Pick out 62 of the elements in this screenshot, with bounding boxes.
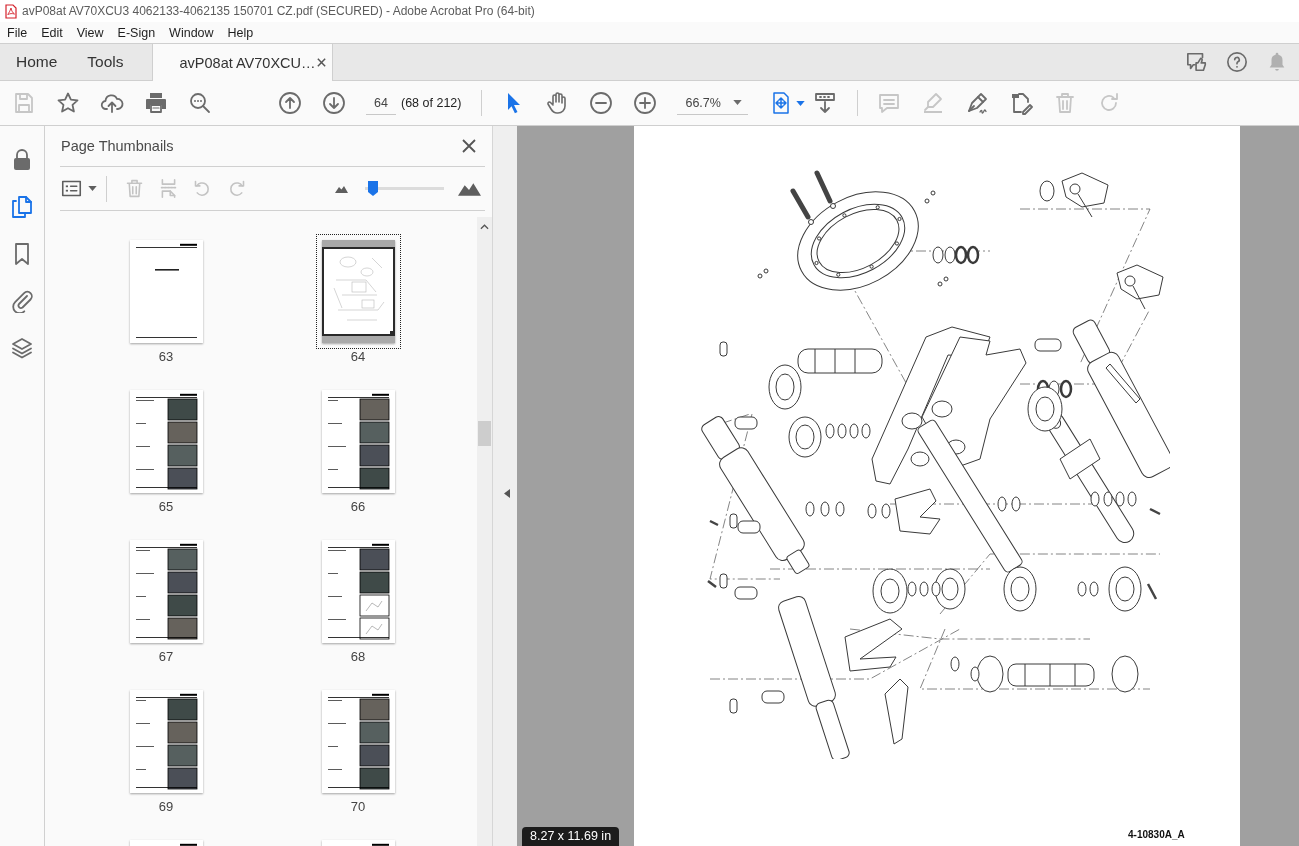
scroll-mode-icon[interactable] <box>813 91 838 115</box>
page-number-label: 70 <box>350 800 366 814</box>
page-number-label: 69 <box>158 800 174 814</box>
star-icon[interactable] <box>56 91 80 115</box>
window-title: avP08at AV70XCU3 4062133-4062135 150701 CZ.pdf (SECURED) - Adobe Acrobat Pro (64-bit) <box>22 4 535 18</box>
close-icon[interactable] <box>315 57 327 68</box>
pen-nib-icon[interactable] <box>965 91 990 115</box>
figure-caption: 4-10830A_A <box>1128 829 1185 840</box>
menu-item[interactable]: Help <box>227 25 254 40</box>
page-number-label: 63 <box>158 350 174 364</box>
menu-item[interactable]: Edit <box>41 25 63 40</box>
caret-left-icon[interactable] <box>504 488 510 498</box>
pdf-file-icon <box>5 3 17 19</box>
menu-item[interactable]: Window <box>169 25 214 40</box>
document-tab[interactable]: avP08at AV70XCU… <box>151 44 333 81</box>
help-icon[interactable] <box>1226 51 1248 73</box>
panel-title: Page Thumbnails <box>61 138 174 154</box>
page-size-tooltip: 8.27 x 11.69 in <box>522 827 620 846</box>
page-number-label: 65 <box>158 500 174 514</box>
page-thumbnail-drawing[interactable] <box>129 390 203 493</box>
page-number-label: 67 <box>158 650 174 664</box>
caret-up-icon[interactable] <box>480 224 489 230</box>
slider-thumb[interactable] <box>367 181 378 196</box>
page-number-label: 66 <box>350 500 366 514</box>
page-count: (68 of 212) <box>401 96 462 110</box>
scrollbar-thumb[interactable] <box>478 421 491 446</box>
page-thumbnail-drawing[interactable] <box>315 234 401 349</box>
nav-tab[interactable]: Tools <box>71 44 138 80</box>
caret-icon <box>733 100 743 105</box>
page-thumbnail-drawing[interactable] <box>129 240 203 343</box>
pages-icon[interactable] <box>10 195 34 219</box>
thumbs-up-comment-icon[interactable] <box>1186 51 1208 73</box>
zoom-dropdown[interactable]: 66.7% <box>677 91 749 115</box>
printer-icon[interactable] <box>144 91 168 115</box>
edit-pages-icon[interactable] <box>1009 91 1034 115</box>
menu-item[interactable]: File <box>7 25 28 40</box>
menu-item[interactable]: View <box>76 25 104 40</box>
arrow-up-circle-icon[interactable] <box>278 91 302 115</box>
large-mountain-icon[interactable] <box>458 181 481 196</box>
page-thumbnail-drawing[interactable] <box>321 690 395 793</box>
list-icon[interactable] <box>61 178 82 199</box>
cloud-upload-icon[interactable] <box>100 91 124 115</box>
close-icon[interactable] <box>462 139 476 153</box>
page-number-field[interactable]: 64 <box>366 91 396 115</box>
layers-icon[interactable] <box>10 336 34 360</box>
search-icon[interactable] <box>188 91 212 115</box>
paperclip-icon[interactable] <box>10 289 34 313</box>
zoom-in-icon[interactable] <box>633 91 658 115</box>
page-thumbnail-drawing[interactable] <box>321 390 395 493</box>
small-mountain-icon[interactable] <box>335 184 348 193</box>
page-thumbnail-drawing[interactable] <box>129 540 203 643</box>
menu-item[interactable]: E-Sign <box>117 25 156 40</box>
page-number-label: 64 <box>350 350 366 364</box>
caret-icon[interactable] <box>796 100 806 106</box>
zoom-out-icon[interactable] <box>589 91 614 115</box>
page-thumbnail-drawing[interactable] <box>321 540 395 643</box>
nav-tab[interactable]: Home <box>0 44 72 80</box>
caret-icon[interactable] <box>88 186 97 191</box>
scrollbar-track[interactable] <box>477 217 492 846</box>
page-number-label: 68 <box>350 650 366 664</box>
arrow-down-circle-icon[interactable] <box>322 91 346 115</box>
page-thumbnail-drawing[interactable] <box>129 690 203 793</box>
